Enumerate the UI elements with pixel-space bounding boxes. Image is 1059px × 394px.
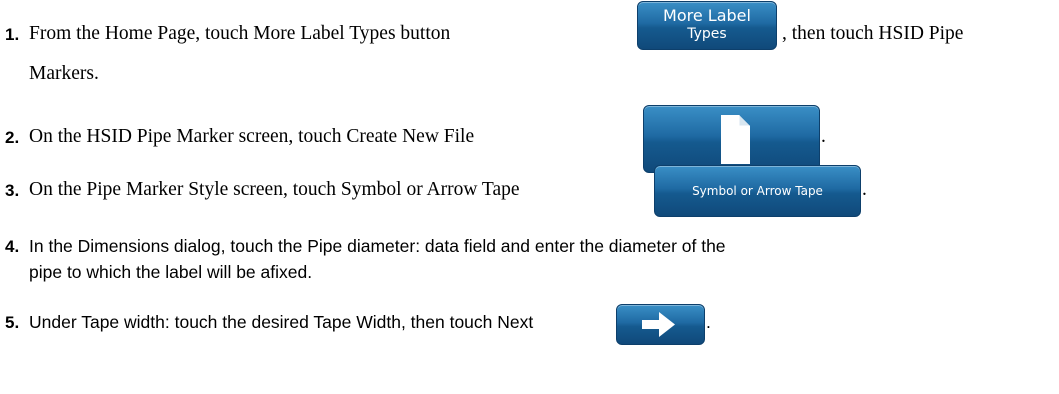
new-file-icon (721, 115, 750, 164)
step-text: On the Pipe Marker Style screen, touch S… (29, 179, 520, 200)
step-text: Under Tape width: touch the desired Tape… (29, 312, 534, 332)
step-number: 3. (5, 181, 20, 200)
step-text-line2: pipe to which the label will be afixed. (29, 262, 313, 282)
step-text: On the HSID Pipe Marker screen, touch Cr… (29, 126, 475, 147)
more-label-types-line1: More Label (663, 6, 751, 25)
symbol-or-arrow-tape-label: Symbol or Arrow Tape (692, 184, 823, 198)
step-text-line2: Markers. (29, 63, 99, 84)
create-new-file-button[interactable] (643, 105, 820, 173)
step-text-after: . (821, 126, 826, 147)
step-text: From the Home Page, touch More Label Typ… (29, 23, 451, 44)
symbol-or-arrow-tape-button[interactable]: Symbol or Arrow Tape (654, 165, 861, 217)
step-number: 5. (5, 313, 20, 332)
step-text-after: , then touch HSID Pipe (782, 23, 964, 44)
right-arrow-icon (642, 312, 675, 337)
more-label-types-button[interactable]: More Label Types (637, 1, 777, 50)
next-button[interactable] (616, 304, 705, 345)
step-text-after: . (862, 179, 867, 200)
step-number: 2. (5, 128, 20, 147)
more-label-types-line2: Types (687, 26, 727, 42)
step-number: 1. (5, 25, 20, 44)
step-text-after: . (706, 312, 711, 332)
step-number: 4. (5, 237, 20, 256)
step-text-line1: In the Dimensions dialog, touch the Pipe… (29, 236, 726, 256)
